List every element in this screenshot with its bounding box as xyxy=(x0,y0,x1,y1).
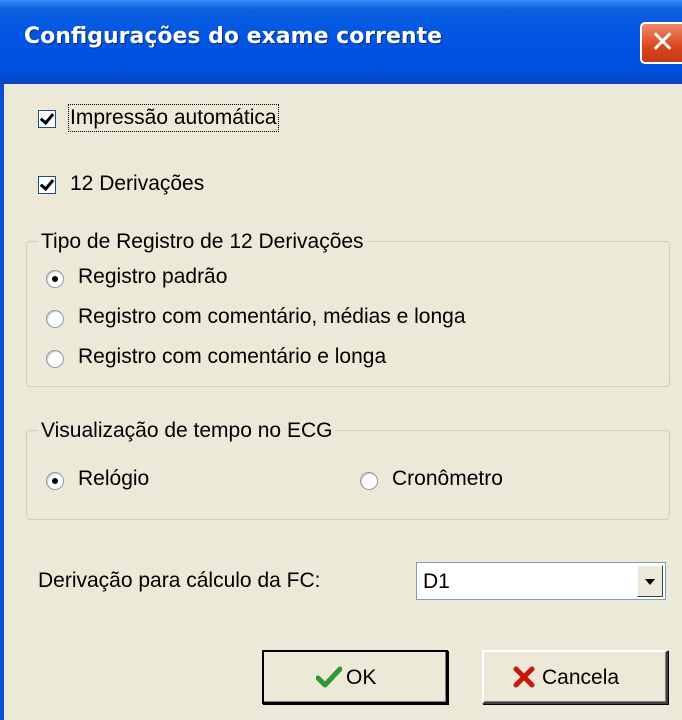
radio-comment-long-record-label[interactable]: Registro com comentário e longa xyxy=(78,345,386,369)
radio-stopwatch[interactable] xyxy=(360,472,378,490)
ok-label: OK xyxy=(346,666,377,689)
title-bar[interactable]: Configurações do exame corrente ✕ xyxy=(0,0,682,84)
x-icon xyxy=(513,666,535,688)
hr-lead-select[interactable]: D1 xyxy=(416,562,666,600)
window-title: Configurações do exame corrente xyxy=(24,24,443,49)
twelve-leads-checkbox[interactable] xyxy=(38,176,56,194)
radio-comment-averages-long-record-label[interactable]: Registro com comentário, médias e longa xyxy=(78,305,466,329)
time-display-legend: Visualização de tempo no ECG xyxy=(38,419,336,443)
cancel-button[interactable]: Cancela xyxy=(482,650,668,704)
check-icon xyxy=(316,666,342,688)
radio-standard-record-label[interactable]: Registro padrão xyxy=(78,265,227,289)
close-icon: ✕ xyxy=(650,25,676,60)
radio-standard-record[interactable] xyxy=(46,270,64,288)
radio-stopwatch-label[interactable]: Cronômetro xyxy=(392,467,503,491)
dialog-body: Impressão automática 12 Derivações Tipo … xyxy=(0,84,682,720)
chevron-down-icon[interactable] xyxy=(637,565,663,597)
auto-print-label[interactable]: Impressão automática xyxy=(68,104,279,132)
radio-clock-label[interactable]: Relógio xyxy=(78,467,149,491)
close-button[interactable]: ✕ xyxy=(640,22,682,64)
twelve-leads-label[interactable]: 12 Derivações xyxy=(70,172,204,196)
auto-print-checkbox[interactable] xyxy=(38,110,56,128)
radio-comment-averages-long-record[interactable] xyxy=(46,310,64,328)
radio-comment-long-record[interactable] xyxy=(46,350,64,368)
hr-lead-value: D1 xyxy=(423,570,450,593)
radio-clock[interactable] xyxy=(46,472,64,490)
record-type-legend: Tipo de Registro de 12 Derivações xyxy=(38,230,367,254)
hr-lead-label: Derivação para cálculo da FC: xyxy=(38,569,321,592)
ok-button[interactable]: OK xyxy=(262,650,448,704)
cancel-label: Cancela xyxy=(542,666,620,689)
